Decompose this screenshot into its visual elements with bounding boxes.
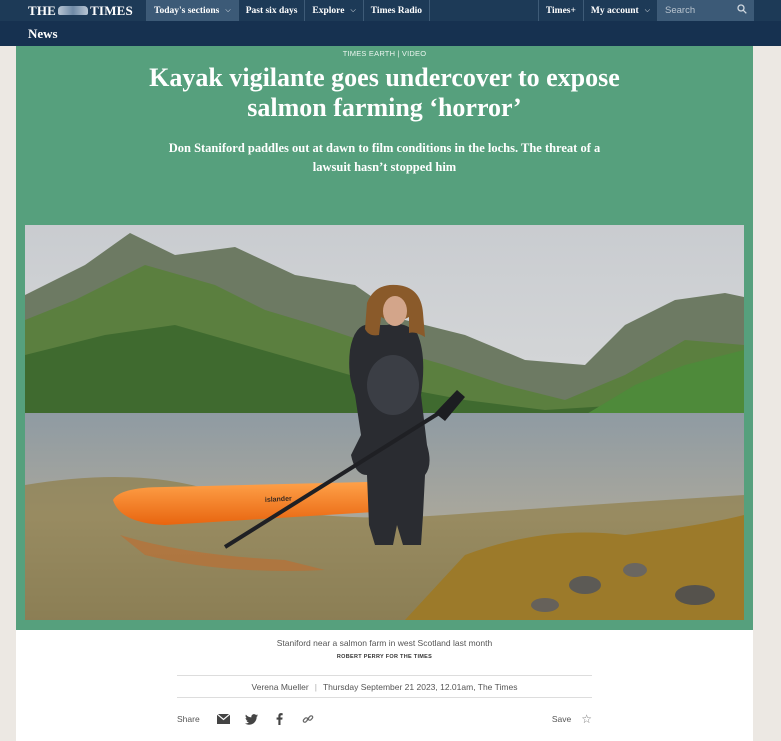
logo-text-the: THE <box>28 2 57 18</box>
kayak-brand-text: islander <box>265 496 292 504</box>
hero-photo: islander <box>25 225 744 620</box>
section-bar: News <box>0 21 781 46</box>
article-hero: TIMES EARTH | VIDEO Kayak vigilante goes… <box>16 46 753 630</box>
logo-text-times: TIMES <box>90 2 133 18</box>
link-icon[interactable] <box>298 711 318 727</box>
article-headline: Kayak vigilante goes undercover to expos… <box>149 63 620 122</box>
chevron-down-icon: ⌵ <box>644 6 650 14</box>
facebook-icon[interactable] <box>270 711 290 727</box>
search-box[interactable] <box>658 0 754 21</box>
rock <box>569 576 601 594</box>
nav-my-account[interactable]: My account ⌵ <box>582 0 658 21</box>
byline: Verena Mueller | Thursday September 21 2… <box>177 675 592 698</box>
nav-label: Today's sections <box>154 5 220 16</box>
nav-todays-sections[interactable]: Today's sections ⌵ <box>146 0 238 21</box>
search-icon[interactable] <box>737 4 747 17</box>
top-navigation: THE TIMES Today's sections ⌵ Past six da… <box>0 0 781 21</box>
chevron-down-icon: ⌵ <box>225 6 231 14</box>
nav-times-plus[interactable]: Times+ <box>537 0 583 21</box>
nav-label: Times Radio <box>370 5 423 16</box>
rock <box>675 585 715 605</box>
nav-label: Times+ <box>545 5 576 16</box>
twitter-icon[interactable] <box>242 711 262 727</box>
chevron-down-icon: ⌵ <box>350 6 356 14</box>
author-name[interactable]: Verena Mueller <box>252 682 309 692</box>
times-logo[interactable]: THE TIMES <box>0 0 146 21</box>
photo-credit: ROBERT PERRY FOR THE TIMES <box>336 654 433 660</box>
wetsuit-belly <box>367 355 419 415</box>
person-face <box>383 296 407 326</box>
royal-crest-icon <box>58 6 89 15</box>
photo-caption: Staniford near a salmon farm in west Sco… <box>276 638 493 648</box>
byline-separator: | <box>314 681 317 692</box>
nav-times-radio[interactable]: Times Radio <box>362 0 431 21</box>
section-title[interactable]: News <box>28 26 58 42</box>
nav-explore[interactable]: Explore ⌵ <box>304 0 362 21</box>
search-input[interactable] <box>665 5 725 16</box>
rock <box>531 598 559 612</box>
save-button[interactable]: Save ☆ <box>552 712 592 726</box>
save-label: Save <box>551 714 572 724</box>
nav-label: Past six days <box>245 5 298 16</box>
article-card: TIMES EARTH | VIDEO Kayak vigilante goes… <box>16 46 753 741</box>
nav-label: My account <box>590 5 639 16</box>
star-icon: ☆ <box>581 712 592 726</box>
email-icon[interactable] <box>214 711 234 727</box>
rock <box>623 563 647 577</box>
nav-label: Explore <box>312 5 345 16</box>
share-label: Share <box>177 714 200 724</box>
nav-past-six-days[interactable]: Past six days <box>237 0 305 21</box>
share-bar: Share Save ☆ <box>177 707 592 731</box>
article-kicker[interactable]: TIMES EARTH | VIDEO <box>16 49 753 58</box>
article-standfirst: Don Staniford paddles out at dawn to fil… <box>168 141 601 174</box>
hero-photo-illustration: islander <box>25 225 744 620</box>
article-dateline: Thursday September 21 2023, 12.01am, The… <box>322 681 518 692</box>
